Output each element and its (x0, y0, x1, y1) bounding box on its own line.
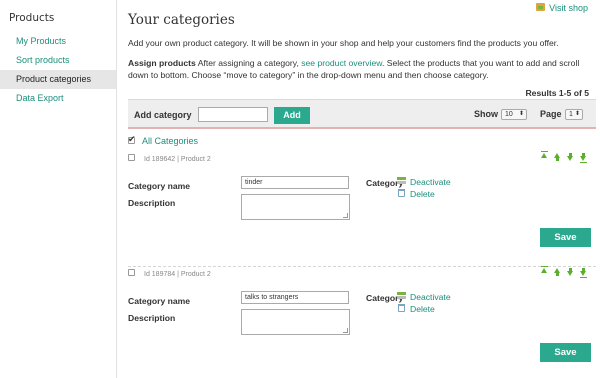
category-id: Id 189642 | Product 2 (144, 156, 211, 163)
sidebar-item-sort-products[interactable]: Sort products (0, 51, 116, 70)
assign-heading: Assign products (128, 58, 196, 68)
sidebar-item-data-export[interactable]: Data Export (0, 89, 116, 108)
show-label: Show (474, 109, 498, 119)
page-label: Page (540, 109, 562, 119)
intro-text: Add your own product category. It will b… (128, 38, 559, 48)
visit-shop-link[interactable]: Visit shop (536, 2, 588, 13)
move-down-icon[interactable] (566, 153, 575, 162)
page-select[interactable]: 1 (565, 109, 583, 120)
category-name-input[interactable]: tinder (241, 176, 349, 189)
add-category-label: Add category (134, 110, 192, 120)
description-label: Description (128, 313, 176, 323)
all-categories-link[interactable]: All Categories (142, 136, 198, 146)
delete-link[interactable]: Delete (398, 304, 435, 314)
sidebar-item-my-products[interactable]: My Products (0, 32, 116, 51)
category-checkbox[interactable] (128, 154, 135, 161)
delete-label: Delete (410, 189, 435, 199)
show-select[interactable]: 10 (501, 109, 527, 120)
assign-text-part1: After assigning a category, (195, 58, 302, 68)
toggle-icon (397, 177, 406, 184)
category-name-input[interactable]: talks to strangers (241, 291, 349, 304)
sidebar-item-product-categories[interactable]: Product categories (0, 70, 116, 89)
add-category-bar: Add category Add Show 10 Page 1 (128, 99, 596, 129)
move-top-icon[interactable] (540, 151, 549, 162)
deactivate-link[interactable]: Deactivate (397, 292, 451, 302)
move-down-icon[interactable] (566, 268, 575, 277)
results-count: Results 1-5 of 5 (525, 88, 589, 98)
deactivate-label: Deactivate (410, 177, 451, 187)
category-checkbox[interactable] (128, 269, 135, 276)
reorder-arrows (540, 151, 590, 163)
move-up-icon[interactable] (553, 268, 562, 277)
trash-icon (398, 189, 405, 197)
sidebar-title: Products (9, 12, 55, 24)
category-name-label: Category name (128, 181, 191, 191)
category-item: Id 189642 | Product 2 Category name tind… (128, 151, 596, 267)
product-overview-link[interactable]: see product overview (301, 58, 382, 68)
save-button[interactable]: Save (540, 343, 591, 362)
shop-icon (536, 2, 546, 12)
description-textarea[interactable] (241, 309, 350, 335)
category-id: Id 189784 | Product 2 (144, 271, 211, 278)
all-categories-checkbox[interactable] (128, 134, 136, 145)
deactivate-link[interactable]: Deactivate (397, 177, 451, 187)
delete-label: Delete (410, 304, 435, 314)
sidebar: Products My Products Sort products Produ… (0, 0, 117, 378)
move-top-icon[interactable] (540, 266, 549, 277)
trash-icon (398, 304, 405, 312)
add-category-input[interactable] (198, 107, 268, 122)
deactivate-label: Deactivate (410, 292, 451, 302)
assign-text: Assign products After assigning a catego… (128, 57, 596, 81)
visit-shop-label: Visit shop (549, 3, 588, 13)
category-item: Id 189784 | Product 2 Category name talk… (128, 266, 596, 378)
description-label: Description (128, 198, 176, 208)
move-up-icon[interactable] (553, 153, 562, 162)
category-name-label: Category name (128, 296, 191, 306)
toggle-icon (397, 292, 406, 299)
move-bottom-icon[interactable] (579, 268, 588, 278)
delete-link[interactable]: Delete (398, 189, 435, 199)
add-button[interactable]: Add (274, 107, 310, 124)
description-textarea[interactable] (241, 194, 350, 220)
move-bottom-icon[interactable] (579, 153, 588, 163)
reorder-arrows (540, 266, 590, 278)
save-button[interactable]: Save (540, 228, 591, 247)
page-title: Your categories (128, 12, 235, 28)
